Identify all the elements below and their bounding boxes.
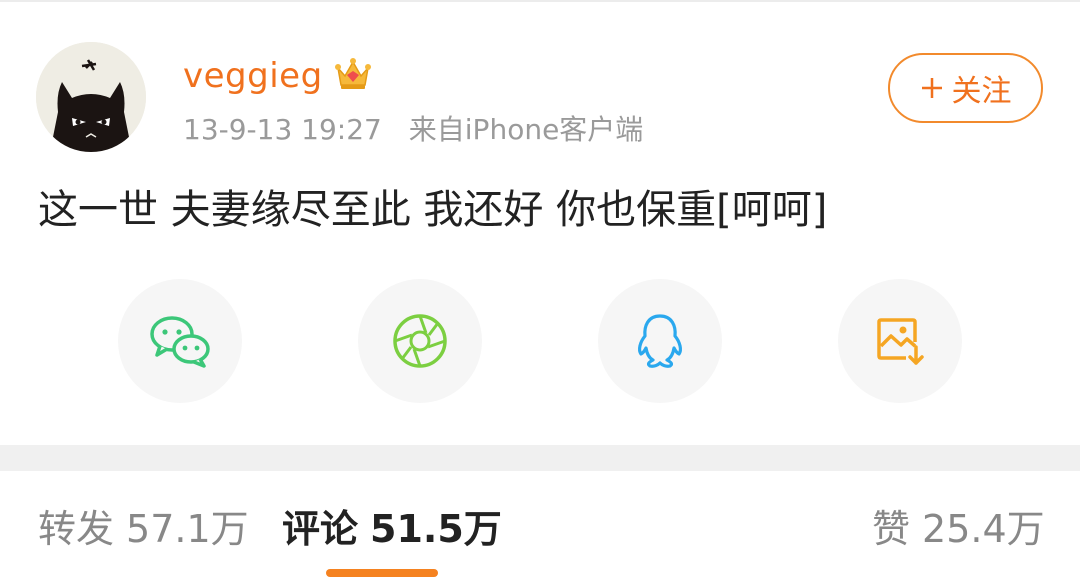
post-source: 来自iPhone客户端: [408, 113, 644, 146]
username[interactable]: veggieg: [183, 54, 323, 98]
crown-badge-icon: [333, 54, 373, 94]
post-timestamp: 13-9-13 19:27: [183, 113, 382, 146]
share-moments-button[interactable]: [358, 279, 482, 403]
qq-icon: [638, 314, 682, 368]
section-divider: [0, 445, 1080, 471]
active-tab-indicator: [326, 569, 438, 577]
tab-repost-count: 57.1万: [126, 507, 249, 551]
save-image-icon: [877, 318, 924, 365]
avatar[interactable]: [36, 42, 146, 152]
tab-repost-label: 转发: [38, 507, 115, 551]
top-divider: [0, 0, 1080, 2]
moments-shutter-icon: [393, 314, 447, 368]
share-wechat-button[interactable]: [118, 279, 242, 403]
tab-likes-label: 赞: [872, 507, 911, 551]
share-qq-button[interactable]: [598, 279, 722, 403]
plus-icon: [921, 78, 942, 98]
tab-likes-count: 25.4万: [922, 507, 1045, 551]
follow-label: 关注: [951, 74, 1012, 109]
share-save-image-button[interactable]: [838, 279, 962, 403]
tab-repost[interactable]: 转发 57.1万: [38, 504, 249, 554]
cat-avatar-icon: [36, 42, 146, 152]
post-text: 这一世 夫妻缘尽至此 我还好 你也保重[呵呵]: [38, 187, 828, 233]
wechat-icon: [150, 316, 210, 368]
follow-button[interactable]: 关注: [888, 53, 1043, 123]
tab-comments-label: 评论: [282, 507, 359, 551]
tab-likes[interactable]: 赞 25.4万: [872, 504, 1045, 554]
tab-comments-count: 51.5万: [370, 507, 502, 551]
post-meta: 13-9-13 19:27 来自iPhone客户端: [183, 110, 643, 150]
tab-comments[interactable]: 评论 51.5万: [282, 504, 502, 554]
